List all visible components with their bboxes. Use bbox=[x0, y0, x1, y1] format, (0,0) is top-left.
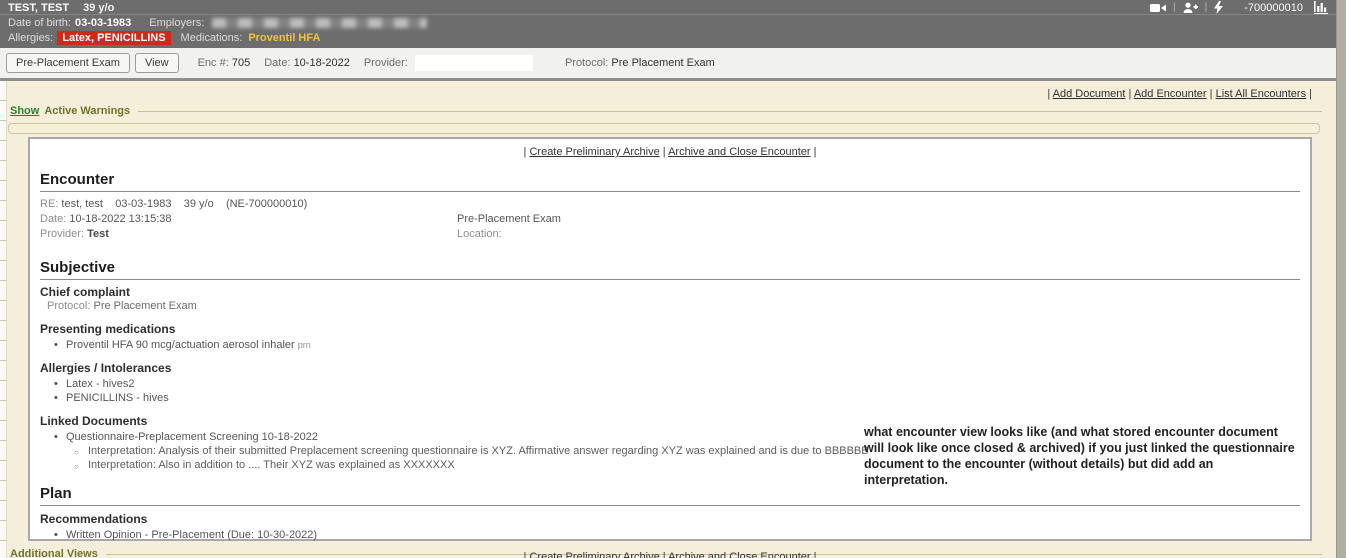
view-button[interactable]: View bbox=[135, 53, 179, 73]
archive-links-top: | Create Preliminary Archive | Archive a… bbox=[40, 143, 1300, 161]
section-rule bbox=[40, 505, 1300, 506]
list-all-encounters-link[interactable]: List All Encounters bbox=[1216, 88, 1307, 100]
enc-number-field: Enc #: 705 bbox=[198, 57, 251, 69]
medication-item: Proventil HFA 90 mcg/actuation aerosol i… bbox=[40, 338, 1300, 352]
subjective-section-heading: Subjective bbox=[40, 259, 1300, 276]
encounter-section-heading: Encounter bbox=[40, 171, 1300, 188]
add-document-link[interactable]: Add Document bbox=[1053, 88, 1126, 100]
active-warnings-collapsed-panel bbox=[8, 123, 1320, 134]
provider-label: Provider: bbox=[364, 57, 408, 69]
encounter-exam-type: Pre-Placement Exam bbox=[457, 212, 561, 227]
re-age: 39 y/o bbox=[184, 198, 214, 210]
section-rule bbox=[40, 191, 1300, 192]
enc-date-label: Date: bbox=[264, 57, 290, 69]
create-preliminary-archive-link[interactable]: Create Preliminary Archive bbox=[529, 551, 659, 558]
allergies-label: Allergies: bbox=[8, 32, 53, 44]
medication-prn: prn bbox=[298, 340, 311, 350]
allergies-heading: Allergies / Intolerances bbox=[40, 361, 1300, 375]
section-rule bbox=[40, 279, 1300, 280]
medication-text: Proventil HFA 90 mcg/actuation aerosol i… bbox=[66, 339, 295, 351]
cc-protocol-value: Pre Placement Exam bbox=[93, 300, 196, 312]
re-id: (NE-700000010) bbox=[226, 198, 307, 210]
main-content: | Add Document | Add Encounter | List Al… bbox=[0, 81, 1336, 558]
encounter-date-value: 10-18-2022 13:15:38 bbox=[69, 213, 171, 225]
encounter-location-label: Location: bbox=[457, 227, 502, 242]
presenting-medications-heading: Presenting medications bbox=[40, 322, 1300, 336]
archive-and-close-link[interactable]: Archive and Close Encounter bbox=[668, 551, 810, 558]
protocol-field: Protocol: Pre Placement Exam bbox=[565, 57, 715, 69]
enc-value: 705 bbox=[232, 57, 250, 69]
chief-complaint-protocol: Protocol: Pre Placement Exam bbox=[47, 299, 1300, 313]
encounter-provider-value: Test bbox=[87, 228, 109, 240]
lightning-icon[interactable] bbox=[1214, 1, 1223, 14]
enc-label: Enc #: bbox=[198, 57, 229, 69]
re-name: test, test bbox=[61, 198, 103, 210]
encounter-date-label: Date: bbox=[40, 213, 66, 225]
allergy-item: PENICILLINS - hives bbox=[40, 391, 1300, 405]
archive-and-close-link[interactable]: Archive and Close Encounter bbox=[668, 146, 810, 158]
icon-separator: | bbox=[1205, 2, 1208, 13]
encounter-provider-label: Provider: bbox=[40, 228, 84, 240]
recommendations-list: Written Opinion - Pre-Placement (Due: 10… bbox=[40, 528, 1300, 542]
provider-redacted bbox=[415, 55, 533, 71]
icon-separator: | bbox=[1173, 2, 1176, 13]
patient-banner-alerts-row: Allergies: Latex, PENICILLINS Medication… bbox=[0, 30, 1336, 45]
window-edge-scrollbar[interactable] bbox=[1336, 0, 1346, 558]
encounter-date-row: Date: 10-18-2022 13:15:38 Pre-Placement … bbox=[40, 212, 1300, 227]
active-warnings-header: Show Active Warnings bbox=[10, 103, 1322, 119]
pre-placement-exam-button[interactable]: Pre-Placement Exam bbox=[6, 53, 130, 73]
patient-name: TEST, TEST bbox=[8, 2, 69, 14]
archive-links-bottom: | Create Preliminary Archive | Archive a… bbox=[40, 548, 1300, 558]
show-warnings-link[interactable]: Show bbox=[10, 105, 39, 117]
employers-label: Employers: bbox=[149, 17, 204, 29]
employers-redacted bbox=[212, 18, 427, 28]
enc-date-value: 10-18-2022 bbox=[294, 57, 350, 69]
video-camera-icon[interactable] bbox=[1150, 3, 1166, 13]
provider-field: Provider: bbox=[364, 55, 533, 71]
re-dob: 03-03-1983 bbox=[115, 198, 171, 210]
medications-value: Proventil HFA bbox=[248, 32, 320, 44]
reviewer-annotation-note: what encounter view looks like (and what… bbox=[864, 424, 1298, 488]
patient-age: 39 y/o bbox=[83, 2, 114, 14]
protocol-label: Protocol: bbox=[565, 57, 608, 69]
active-warnings-title: Active Warnings bbox=[44, 105, 130, 117]
encounter-toolbar: Pre-Placement Exam View Enc #: 705 Date:… bbox=[0, 48, 1336, 81]
presenting-medications-list: Proventil HFA 90 mcg/actuation aerosol i… bbox=[40, 338, 1300, 352]
patient-banner: TEST, TEST 39 y/o | | -700000010 bbox=[0, 0, 1336, 48]
allergies-badge: Latex, PENICILLINS bbox=[57, 31, 170, 45]
chart-icon[interactable] bbox=[1314, 1, 1328, 14]
allergies-list: Latex - hives2 PENICILLINS - hives bbox=[40, 377, 1300, 405]
re-label: RE: bbox=[40, 198, 58, 210]
chief-complaint-heading: Chief complaint bbox=[40, 285, 1300, 299]
left-splitter bbox=[0, 81, 7, 558]
encounter-screen: TEST, TEST 39 y/o | | -700000010 bbox=[0, 0, 1346, 558]
allergy-item: Latex - hives2 bbox=[40, 377, 1300, 391]
encounter-provider-row: Provider: Test Location: bbox=[40, 227, 1300, 242]
protocol-value: Pre Placement Exam bbox=[611, 57, 714, 69]
warnings-divider-line bbox=[138, 111, 1322, 112]
create-preliminary-archive-link[interactable]: Create Preliminary Archive bbox=[529, 146, 659, 158]
enc-date-field: Date: 10-18-2022 bbox=[264, 57, 350, 69]
recommendations-heading: Recommendations bbox=[40, 512, 1300, 526]
add-encounter-link[interactable]: Add Encounter bbox=[1134, 88, 1207, 100]
patient-banner-demographics-row: Date of birth: 03-03-1983 Employers: bbox=[0, 15, 1336, 30]
add-person-icon[interactable] bbox=[1183, 2, 1198, 14]
encounter-re-line: RE: test, test 03-03-1983 39 y/o (NE-700… bbox=[40, 197, 1300, 212]
patient-id: -700000010 bbox=[1244, 2, 1303, 14]
encounter-panel: | Create Preliminary Archive | Archive a… bbox=[28, 137, 1312, 541]
cc-protocol-label: Protocol: bbox=[47, 300, 90, 312]
patient-banner-title-row: TEST, TEST 39 y/o | | -700000010 bbox=[0, 0, 1336, 15]
dob-label: Date of birth: bbox=[8, 17, 71, 29]
dob-value: 03-03-1983 bbox=[75, 17, 131, 29]
recommendation-item: Written Opinion - Pre-Placement (Due: 10… bbox=[40, 528, 1300, 542]
medications-label: Medications: bbox=[181, 32, 243, 44]
encounter-action-links: | Add Document | Add Encounter | List Al… bbox=[0, 81, 1336, 101]
